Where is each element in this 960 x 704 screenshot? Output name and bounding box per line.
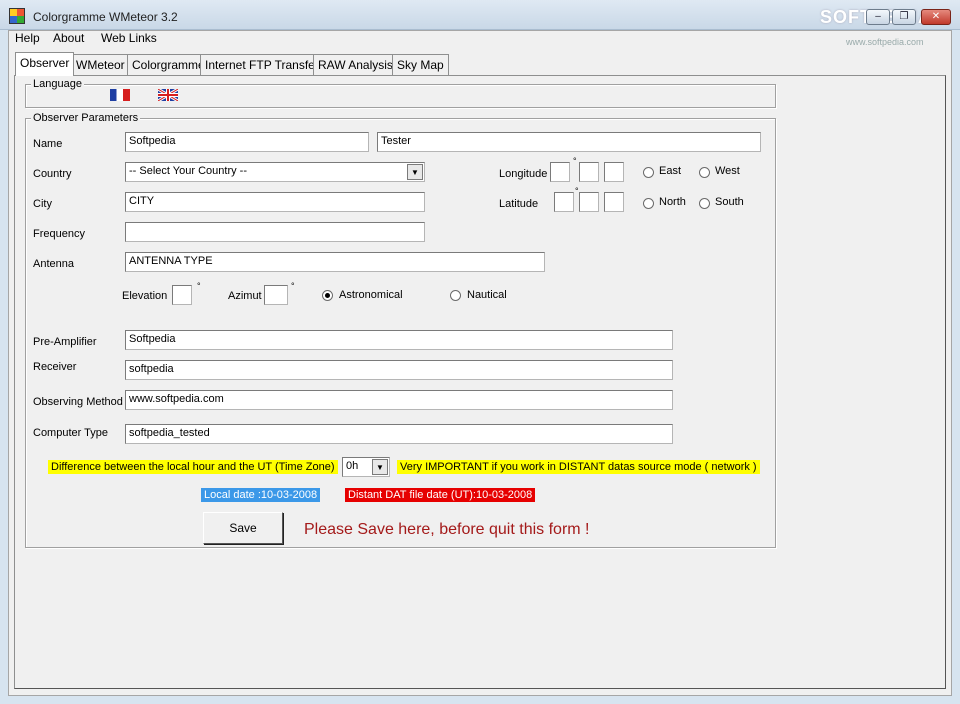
longitude-minutes-field[interactable] <box>579 162 599 182</box>
save-hint-text: Please Save here, before quit this form … <box>304 521 590 538</box>
azimut-degree-symbol: ° <box>291 281 295 291</box>
azimut-label: Azimut <box>228 290 262 302</box>
timezone-select-value: 0h <box>346 460 359 472</box>
west-radio[interactable] <box>699 167 710 178</box>
local-date-badge: Local date :10-03-2008 <box>201 488 321 502</box>
computer-type-field[interactable]: softpedia_tested <box>125 424 673 444</box>
nautical-label: Nautical <box>467 289 507 301</box>
elevation-field[interactable] <box>172 285 192 305</box>
app-icon[interactable] <box>9 8 25 24</box>
receiver-field[interactable]: softpedia <box>125 360 673 380</box>
east-radio[interactable] <box>643 167 654 178</box>
east-label: East <box>659 165 682 177</box>
longitude-label: Longitude <box>499 168 548 180</box>
city-label: City <box>33 198 52 210</box>
frequency-field[interactable] <box>125 222 425 242</box>
north-label: North <box>659 196 686 208</box>
latitude-minutes-field[interactable] <box>579 192 599 212</box>
timezone-dropdown-arrow-icon[interactable]: ▼ <box>372 459 388 475</box>
country-select-value: -- Select Your Country -- <box>129 165 247 177</box>
tab-internet-ftp-transfer[interactable]: Internet FTP Transfer <box>200 54 324 75</box>
menu-help[interactable]: Help <box>15 31 40 45</box>
computer-type-label: Computer Type <box>33 427 109 439</box>
menu-about[interactable]: About <box>53 31 84 45</box>
country-dropdown-arrow-icon[interactable]: ▼ <box>407 164 423 180</box>
window-title: Colorgramme WMeteor 3.2 <box>33 10 178 24</box>
preamp-field[interactable]: Softpedia <box>125 330 673 350</box>
save-button[interactable]: Save <box>203 512 283 544</box>
language-group-title: Language <box>31 78 84 90</box>
astronomical-label: Astronomical <box>339 289 403 301</box>
language-group <box>25 84 776 108</box>
elevation-label: Elevation <box>122 290 168 302</box>
latitude-seconds-field[interactable] <box>604 192 624 212</box>
south-radio[interactable] <box>699 198 710 209</box>
observing-method-field[interactable]: www.softpedia.com <box>125 390 673 410</box>
longitude-seconds-field[interactable] <box>604 162 624 182</box>
tab-observer[interactable]: Observer <box>15 52 75 76</box>
watermark-url: www.softpedia.com <box>846 37 924 47</box>
uk-flag-icon[interactable] <box>158 89 178 101</box>
astronomical-radio[interactable] <box>322 290 333 301</box>
name-label: Name <box>33 138 63 150</box>
french-flag-icon[interactable] <box>110 89 130 101</box>
tab-colorgramme[interactable]: Colorgramme <box>127 54 210 75</box>
distant-date-badge: Distant DAT file date (UT):10-03-2008 <box>345 488 536 502</box>
observing-method-label: Observing Method <box>33 396 123 408</box>
azimut-field[interactable] <box>264 285 288 305</box>
menu-web-links[interactable]: Web Links <box>101 31 157 45</box>
country-label: Country <box>33 168 72 180</box>
country-select[interactable]: -- Select Your Country -- <box>125 162 425 182</box>
antenna-field[interactable]: ANTENNA TYPE <box>125 252 545 272</box>
tab-wmeteor[interactable]: WMeteor <box>71 54 130 75</box>
nautical-radio[interactable] <box>450 290 461 301</box>
name-last-field[interactable]: Tester <box>377 132 761 152</box>
frequency-label: Frequency <box>33 228 85 240</box>
receiver-label: Receiver <box>33 361 77 373</box>
maximize-button[interactable]: ❐ <box>892 9 916 25</box>
important-note: Very IMPORTANT if you work in DISTANT da… <box>397 460 760 474</box>
latitude-degrees-field[interactable] <box>554 192 574 212</box>
observer-parameters-title: Observer Parameters <box>31 112 141 124</box>
tab-raw-analysis[interactable]: RAW Analysis <box>313 54 398 75</box>
antenna-label: Antenna <box>33 258 74 270</box>
longitude-degrees-field[interactable] <box>550 162 570 182</box>
west-label: West <box>715 165 740 177</box>
city-field[interactable]: CITY <box>125 192 425 212</box>
longitude-degree-symbol: ° <box>573 156 577 166</box>
north-radio[interactable] <box>643 198 654 209</box>
tab-sky-map[interactable]: Sky Map <box>392 54 449 75</box>
name-first-field[interactable]: Softpedia <box>125 132 369 152</box>
preamp-label: Pre-Amplifier <box>33 336 97 348</box>
latitude-label: Latitude <box>499 198 539 210</box>
south-label: South <box>715 196 744 208</box>
close-button[interactable]: ✕ <box>921 9 951 25</box>
timezone-label: Difference between the local hour and th… <box>48 460 338 474</box>
minimize-button[interactable]: – <box>866 9 890 25</box>
elevation-degree-symbol: ° <box>197 281 201 291</box>
